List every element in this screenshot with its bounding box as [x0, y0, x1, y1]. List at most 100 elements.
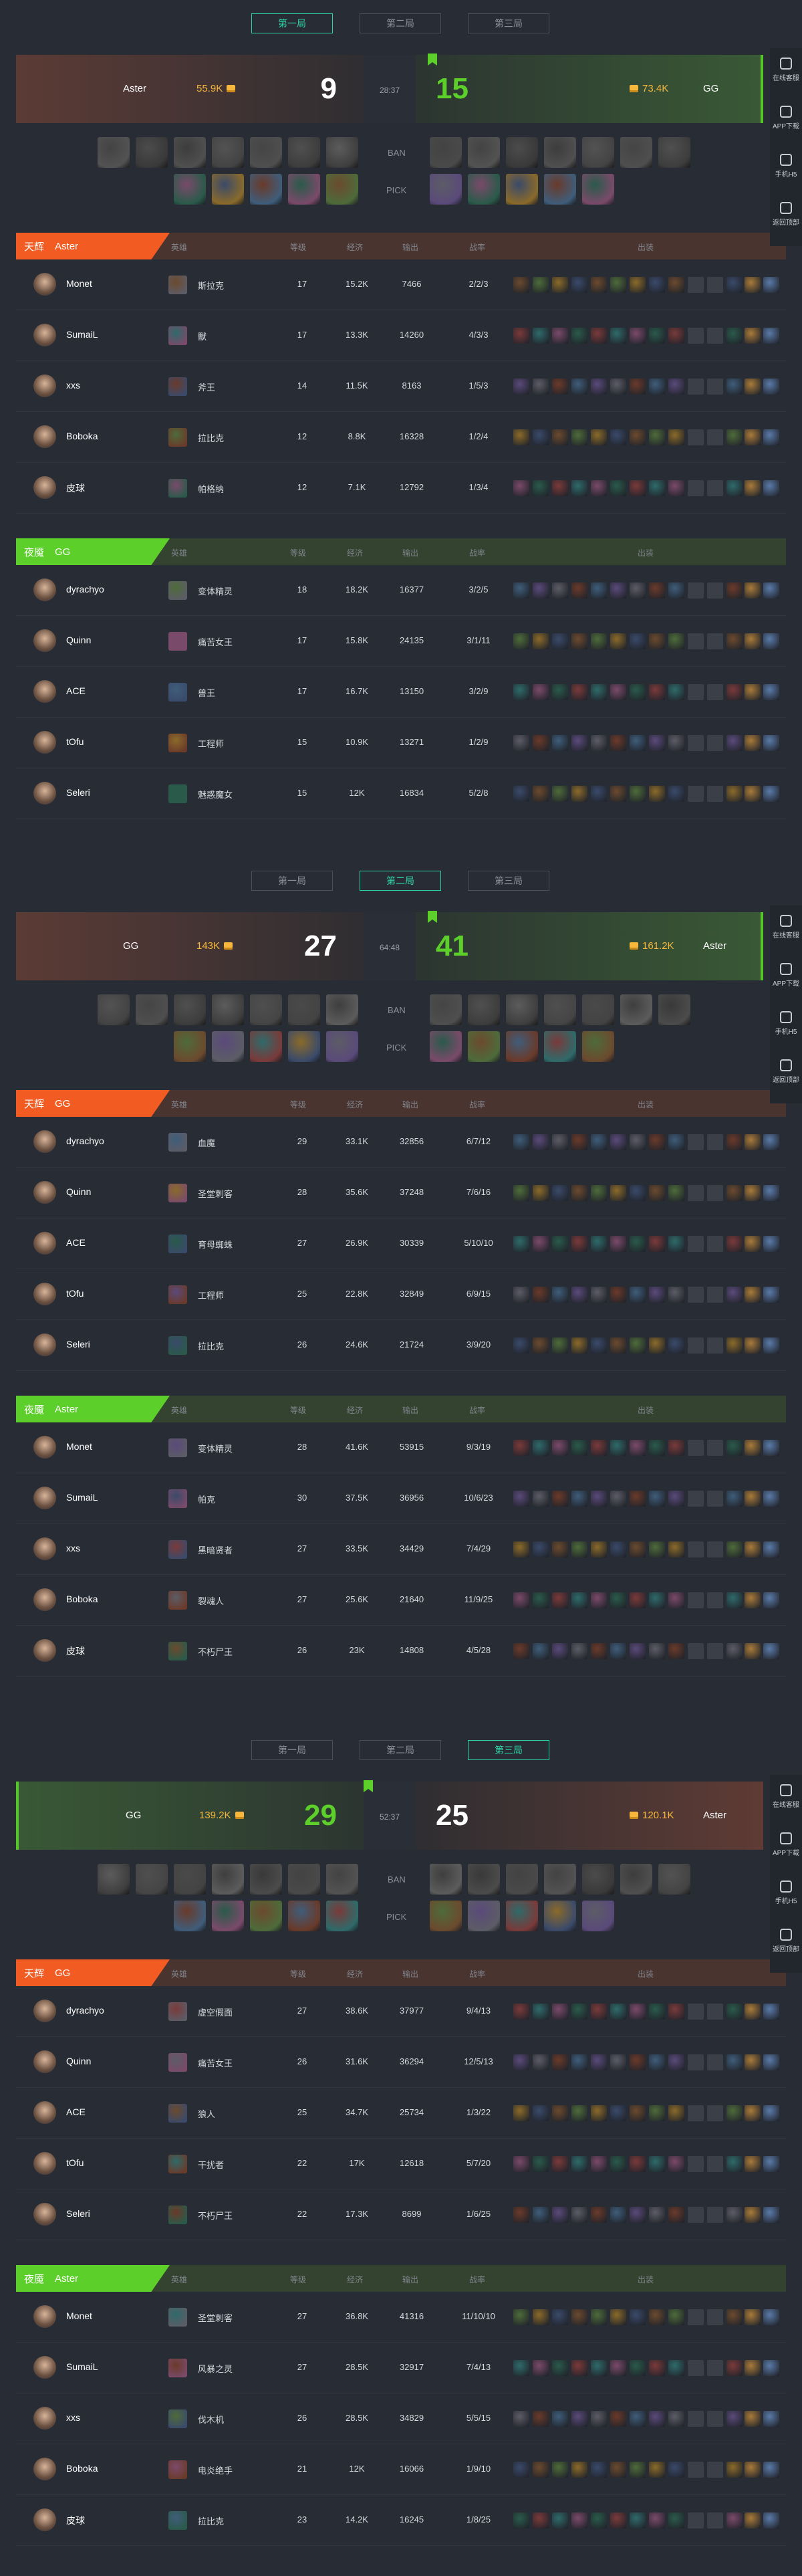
sidebar-item[interactable]: 在线客服 [770, 58, 802, 82]
player-row[interactable]: Seleri 魅惑魔女 15 12K 16834 5/2/8 [16, 768, 786, 819]
player-name[interactable]: 皮球 [66, 1644, 85, 1658]
sidebar-item[interactable]: 返回顶部 [770, 202, 802, 227]
player-name[interactable]: dyrachyo [66, 584, 104, 595]
player-row[interactable]: tOfu 干扰者 22 17K 12618 5/7/20 [16, 2139, 786, 2189]
tab-game-2[interactable]: 第二局 [360, 871, 441, 891]
player-name[interactable]: Boboka [66, 1594, 98, 1604]
player-row[interactable]: Quinn 圣堂刺客 28 35.6K 37248 7/6/16 [16, 1168, 786, 1218]
player-row[interactable]: Boboka 拉比克 12 8.8K 16328 1/2/4 [16, 412, 786, 463]
player-name[interactable]: ACE [66, 685, 86, 696]
player-name[interactable]: xxs [66, 2412, 80, 2423]
player-name[interactable]: tOfu [66, 1288, 84, 1299]
player-row[interactable]: Boboka 电炎绝手 21 12K 16066 1/9/10 [16, 2444, 786, 2495]
neutral-item-icon [745, 2105, 761, 2121]
player-name[interactable]: Monet [66, 1441, 92, 1452]
tab-game-1[interactable]: 第一局 [251, 13, 333, 33]
sidebar-item[interactable]: 手机H5 [770, 154, 802, 179]
player-name[interactable]: SumaiL [66, 329, 98, 340]
player-name[interactable]: Seleri [66, 1339, 90, 1350]
player-row[interactable]: 皮球 帕格纳 12 7.1K 12792 1/3/4 [16, 463, 786, 514]
player-name[interactable]: Boboka [66, 431, 98, 441]
player-row[interactable]: Seleri 不朽尸王 22 17.3K 8699 1/6/25 [16, 2189, 786, 2240]
player-name[interactable]: Quinn [66, 2056, 91, 2066]
item-icon [668, 2411, 684, 2427]
player-name[interactable]: xxs [66, 1543, 80, 1553]
player-row[interactable]: SumaiL 风暴之灵 27 28.5K 32917 7/4/13 [16, 2343, 786, 2393]
player-row[interactable]: tOfu 工程师 25 22.8K 32849 6/9/15 [16, 1269, 786, 1320]
player-name[interactable]: xxs [66, 380, 80, 391]
col-hero: 英雄 [171, 548, 188, 558]
player-row[interactable]: dyrachyo 虚空假面 27 38.6K 37977 9/4/13 [16, 1986, 786, 2037]
player-row[interactable]: ACE 兽王 17 16.7K 13150 3/2/9 [16, 667, 786, 718]
tab-game-2[interactable]: 第二局 [360, 13, 441, 33]
player-name[interactable]: Seleri [66, 2208, 90, 2219]
tab-game-3[interactable]: 第三局 [468, 1740, 549, 1760]
sidebar-item[interactable]: 返回顶部 [770, 1059, 802, 1084]
player-row[interactable]: xxs 斧王 14 11.5K 8163 1/5/3 [16, 361, 786, 412]
sidebar-item[interactable]: 返回顶部 [770, 1929, 802, 1953]
player-row[interactable]: ACE 狼人 25 34.7K 25734 1/3/22 [16, 2088, 786, 2139]
hero-name: 工程师 [198, 739, 225, 749]
sidebar-item[interactable]: 在线客服 [770, 915, 802, 940]
player-name[interactable]: dyrachyo [66, 1136, 104, 1146]
player-name[interactable]: SumaiL [66, 2361, 98, 2372]
tab-game-3[interactable]: 第三局 [468, 871, 549, 891]
player-row[interactable]: 皮球 拉比克 23 14.2K 16245 1/8/25 [16, 2495, 786, 2546]
player-row[interactable]: Seleri 拉比克 26 24.6K 21724 3/9/20 [16, 1320, 786, 1371]
player-name[interactable]: dyrachyo [66, 2005, 104, 2016]
player-row[interactable]: SumaiL 帕克 30 37.5K 36956 10/6/23 [16, 1473, 786, 1524]
item-icon [630, 2462, 646, 2478]
item-icon [688, 735, 704, 751]
player-name[interactable]: Seleri [66, 787, 90, 798]
ban-hero-right [430, 994, 462, 1025]
player-name[interactable]: Quinn [66, 635, 91, 645]
player-name[interactable]: Boboka [66, 2463, 98, 2474]
player-row[interactable]: xxs 伐木机 26 28.5K 34829 5/5/15 [16, 2393, 786, 2444]
player-row[interactable]: Monet 斯拉克 17 15.2K 7466 2/2/3 [16, 259, 786, 310]
player-row[interactable]: Boboka 裂魂人 27 25.6K 21640 11/9/25 [16, 1575, 786, 1626]
player-name[interactable]: SumaiL [66, 1492, 98, 1503]
item-icon [726, 277, 743, 293]
player-row[interactable]: Quinn 痛苦女王 17 15.8K 24135 3/1/11 [16, 616, 786, 667]
player-name[interactable]: ACE [66, 2107, 86, 2117]
player-name[interactable]: tOfu [66, 2157, 84, 2168]
tab-game-2[interactable]: 第二局 [360, 1740, 441, 1760]
player-row[interactable]: Monet 圣堂刺客 27 36.8K 41316 11/10/10 [16, 2292, 786, 2343]
player-name[interactable]: Monet [66, 2311, 92, 2321]
coin-icon [227, 85, 236, 92]
sidebar-item[interactable]: 在线客服 [770, 1784, 802, 1809]
sidebar-item[interactable]: 手机H5 [770, 1881, 802, 1905]
player-gold: 13.3K [346, 330, 368, 340]
sidebar-item[interactable]: APP下载 [770, 1832, 802, 1857]
tab-game-1[interactable]: 第一局 [251, 1740, 333, 1760]
sidebar-item[interactable]: APP下载 [770, 106, 802, 130]
neutral-item-icon [763, 2309, 779, 2325]
item-icon [688, 2360, 704, 2376]
player-row[interactable]: tOfu 工程师 15 10.9K 13271 1/2/9 [16, 718, 786, 768]
neutral-item-icon [763, 1185, 779, 1201]
player-row[interactable]: dyrachyo 血魔 29 33.1K 32856 6/7/12 [16, 1117, 786, 1168]
player-row[interactable]: Quinn 痛苦女王 26 31.6K 36294 12/5/13 [16, 2037, 786, 2088]
player-row[interactable]: dyrachyo 变体精灵 18 18.2K 16377 3/2/5 [16, 565, 786, 616]
player-row[interactable]: ACE 育母蜘蛛 27 26.9K 30339 5/10/10 [16, 1218, 786, 1269]
player-name[interactable]: 皮球 [66, 481, 85, 495]
neutral-item-icon [763, 582, 779, 599]
sidebar-item[interactable]: APP下载 [770, 963, 802, 988]
player-name[interactable]: Quinn [66, 1186, 91, 1197]
avatar [33, 324, 56, 346]
item-icon [552, 2411, 568, 2427]
right-team-name: Aster [703, 940, 727, 952]
player-row[interactable]: Monet 变体精灵 28 41.6K 53915 9/3/19 [16, 1422, 786, 1473]
player-row[interactable]: 皮球 不朽尸王 26 23K 14808 4/5/28 [16, 1626, 786, 1677]
player-name[interactable]: 皮球 [66, 2514, 85, 2527]
pick-hero-left [288, 1031, 320, 1062]
tab-game-1[interactable]: 第一局 [251, 871, 333, 891]
player-row[interactable]: xxs 黑暗贤者 27 33.5K 34429 7/4/29 [16, 1524, 786, 1575]
player-row[interactable]: SumaiL 獸 17 13.3K 14260 4/3/3 [16, 310, 786, 361]
player-gold: 36.8K [346, 2311, 368, 2321]
tab-game-3[interactable]: 第三局 [468, 13, 549, 33]
sidebar-item[interactable]: 手机H5 [770, 1011, 802, 1036]
player-name[interactable]: Monet [66, 278, 92, 289]
player-name[interactable]: tOfu [66, 736, 84, 747]
player-name[interactable]: ACE [66, 1237, 86, 1248]
